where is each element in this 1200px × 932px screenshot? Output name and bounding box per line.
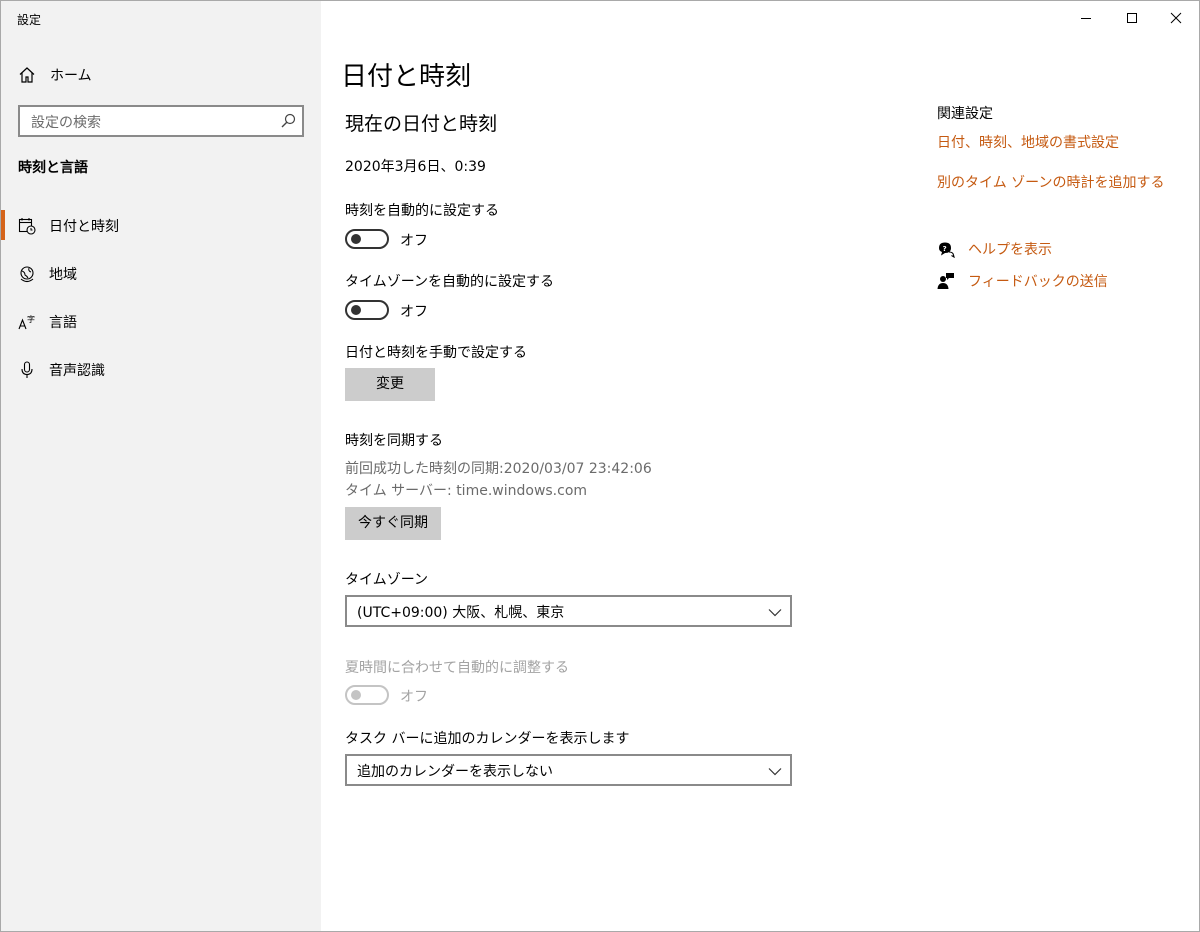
chevron-down-icon bbox=[768, 605, 782, 619]
time-server-text: タイム サーバー: time.windows.com bbox=[345, 483, 588, 499]
settings-window: 設定 ホーム 設定の検索 時刻と言語 日付と時刻 地域 字 言語 音声認識 日付… bbox=[0, 0, 1200, 932]
timezone-value: (UTC+09:00) 大阪、札幌、東京 bbox=[357, 605, 565, 621]
toggle-knob bbox=[351, 305, 361, 315]
microphone-icon bbox=[18, 361, 36, 379]
sync-now-button[interactable]: 今すぐ同期 bbox=[345, 507, 441, 540]
section-title: 時刻と言語 bbox=[18, 160, 88, 176]
timezone-select[interactable]: (UTC+09:00) 大阪、札幌、東京 bbox=[345, 595, 792, 627]
change-button[interactable]: 変更 bbox=[345, 368, 435, 401]
auto-time-label: 時刻を自動的に設定する bbox=[345, 203, 499, 219]
sidebar-item-speech[interactable]: 音声認識 bbox=[1, 350, 321, 390]
feedback-person-icon bbox=[937, 272, 955, 290]
related-settings-title: 関連設定 bbox=[937, 106, 993, 122]
sidebar-item-region[interactable]: 地域 bbox=[1, 254, 321, 294]
dst-label: 夏時間に合わせて自動的に調整する bbox=[345, 660, 569, 676]
home-icon bbox=[18, 66, 36, 84]
current-datetime-heading: 現在の日付と時刻 bbox=[345, 113, 498, 135]
close-button[interactable] bbox=[1153, 1, 1199, 35]
manual-set-label: 日付と時刻を手動で設定する bbox=[345, 345, 527, 361]
dst-toggle bbox=[345, 685, 389, 705]
language-icon: 字 bbox=[18, 313, 36, 331]
globe-icon bbox=[18, 265, 36, 283]
sidebar-item-label: 音声認識 bbox=[49, 363, 105, 379]
minimize-icon bbox=[1081, 18, 1091, 19]
auto-time-toggle[interactable] bbox=[345, 229, 389, 249]
svg-text:?: ? bbox=[943, 245, 947, 253]
svg-text:字: 字 bbox=[27, 314, 35, 324]
feedback-label: フィードバックの送信 bbox=[968, 274, 1108, 290]
help-chat-icon: ? bbox=[937, 240, 955, 259]
close-icon bbox=[1170, 12, 1182, 24]
sidebar-item-label: 日付と時刻 bbox=[49, 219, 119, 235]
calendar-select[interactable]: 追加のカレンダーを表示しない bbox=[345, 754, 792, 786]
home-link[interactable]: ホーム bbox=[1, 59, 321, 91]
sidebar-item-date-time[interactable]: 日付と時刻 bbox=[1, 206, 321, 246]
help-label: ヘルプを表示 bbox=[968, 242, 1052, 258]
toggle-knob bbox=[351, 234, 361, 244]
auto-timezone-label: タイムゾーンを自動的に設定する bbox=[345, 274, 555, 290]
help-link[interactable]: ? ヘルプを表示 bbox=[937, 238, 1137, 260]
calendar-clock-icon bbox=[18, 217, 36, 235]
feedback-link[interactable]: フィードバックの送信 bbox=[937, 270, 1137, 292]
calendar-value: 追加のカレンダーを表示しない bbox=[357, 764, 553, 780]
search-icon[interactable] bbox=[280, 113, 296, 129]
window-title: 設定 bbox=[17, 13, 42, 27]
timezone-label: タイムゾーン bbox=[345, 572, 429, 588]
chevron-down-icon bbox=[768, 764, 782, 778]
page-title: 日付と時刻 bbox=[341, 62, 472, 92]
toggle-knob bbox=[351, 690, 361, 700]
current-datetime: 2020年3月6日、0:39 bbox=[345, 159, 486, 175]
auto-timezone-toggle[interactable] bbox=[345, 300, 389, 320]
dst-state: オフ bbox=[400, 689, 428, 705]
sidebar-item-language[interactable]: 字 言語 bbox=[1, 302, 321, 342]
auto-time-state: オフ bbox=[400, 233, 428, 249]
add-clock-link[interactable]: 別のタイム ゾーンの時計を追加する bbox=[937, 172, 1164, 192]
search-placeholder: 設定の検索 bbox=[31, 115, 101, 131]
minimize-button[interactable] bbox=[1063, 1, 1109, 35]
format-settings-link[interactable]: 日付、時刻、地域の書式設定 bbox=[937, 132, 1119, 152]
active-indicator bbox=[1, 210, 5, 240]
maximize-icon bbox=[1127, 13, 1137, 23]
last-sync-text: 前回成功した時刻の同期:2020/03/07 23:42:06 bbox=[345, 461, 652, 477]
calendar-label: タスク バーに追加のカレンダーを表示します bbox=[345, 731, 630, 747]
home-label: ホーム bbox=[50, 68, 92, 84]
search-input[interactable]: 設定の検索 bbox=[18, 105, 304, 137]
sidebar-item-label: 地域 bbox=[49, 267, 77, 283]
maximize-button[interactable] bbox=[1109, 1, 1155, 35]
auto-timezone-state: オフ bbox=[400, 304, 428, 320]
sidebar-item-label: 言語 bbox=[49, 315, 77, 331]
sidebar: 設定 ホーム 設定の検索 時刻と言語 日付と時刻 地域 字 言語 音声認識 bbox=[1, 1, 321, 931]
sync-label: 時刻を同期する bbox=[345, 433, 443, 449]
